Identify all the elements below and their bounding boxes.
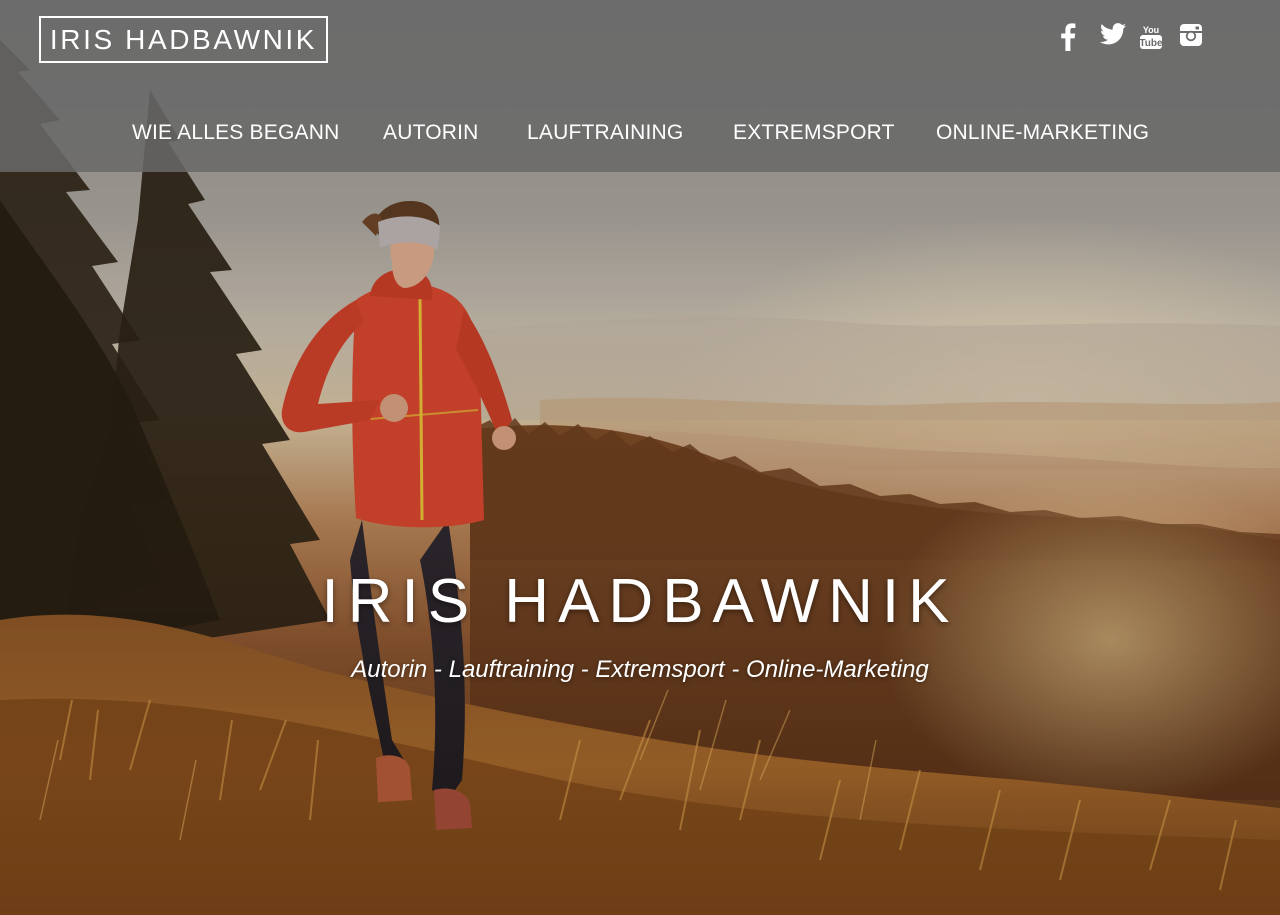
facebook-icon[interactable] [1060, 23, 1086, 51]
main-nav: WIE ALLES BEGANN AUTORIN LAUFTRAINING EX… [0, 116, 1280, 150]
nav-item-extremsport[interactable]: EXTREMSPORT [733, 116, 895, 150]
hero-subtitle: Autorin - Lauftraining - Extremsport - O… [351, 656, 929, 683]
nav-item-autorin[interactable]: AUTORIN [383, 116, 479, 150]
nav-item-online-marketing[interactable]: ONLINE-MARKETING [936, 116, 1149, 150]
twitter-icon[interactable] [1099, 23, 1126, 51]
instagram-icon[interactable] [1179, 23, 1205, 51]
social-links: You Tube [1060, 22, 1205, 52]
site-logo[interactable]: IRIS HADBAWNIK [39, 16, 328, 63]
svg-text:You: You [1143, 25, 1159, 35]
youtube-icon[interactable]: You Tube [1139, 23, 1165, 51]
hero-title: IRIS HADBAWNIK [321, 567, 959, 636]
nav-item-wie-alles-begann[interactable]: WIE ALLES BEGANN [132, 116, 339, 150]
site-header: IRIS HADBAWNIK You Tube WIE ALLES BEGANN… [0, 0, 1280, 172]
nav-item-lauftraining[interactable]: LAUFTRAINING [527, 116, 683, 150]
svg-text:Tube: Tube [1140, 38, 1164, 49]
